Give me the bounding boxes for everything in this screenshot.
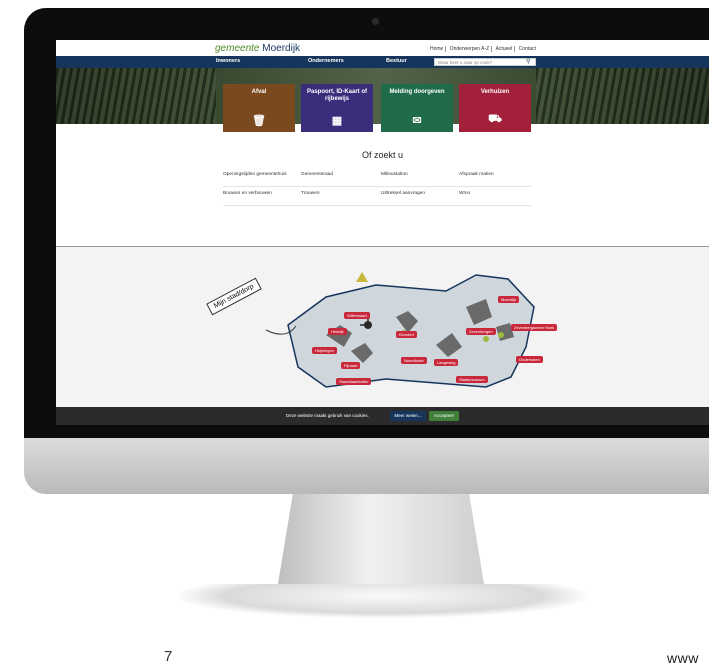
tile-label: Verhuizen (480, 89, 510, 95)
page-number: 7 (164, 648, 173, 665)
town-pin[interactable]: Zevenbergschen Hoek (511, 324, 558, 331)
nav-ondernemers[interactable]: Ondernemers (308, 58, 344, 64)
nav-bestuur[interactable]: Bestuur (386, 58, 407, 64)
quick-link[interactable]: Uittreksel aanvragen (381, 191, 425, 196)
map-section (56, 247, 709, 407)
tile-label: Afval (251, 89, 267, 95)
util-link-news[interactable]: Actueel (493, 46, 516, 52)
util-link-home[interactable]: Home (428, 46, 447, 52)
cookie-bar (56, 407, 709, 425)
town-pin[interactable]: Standdaarbuiten (336, 378, 372, 385)
tile-label: Paspoort, ID-Kaart of rijbewijs (306, 89, 367, 102)
tile-melding[interactable]: Melding doorgeven ✉ (381, 84, 453, 132)
search-icon[interactable]: ⚲ (526, 58, 530, 65)
website-screen: gemeente Moerdijk Home Onderwerpen A-Z A… (56, 40, 709, 425)
town-pin[interactable]: Oudemolen (516, 356, 543, 363)
cookie-accept-button[interactable]: Accepteer (429, 411, 459, 421)
utility-nav: Home Onderwerpen A-Z Actueel Contact (428, 46, 538, 52)
quick-link[interactable]: Trouwen (301, 191, 320, 196)
town-map[interactable] (56, 247, 709, 407)
search-input[interactable]: Waar bent u naar op zoek? (434, 58, 536, 66)
site-logo[interactable]: gemeente Moerdijk (215, 43, 300, 54)
town-pin[interactable]: Noordhoek (401, 357, 427, 364)
link-divider (223, 205, 531, 206)
cookie-text: Deze website maakt gebruik van cookies. (286, 413, 369, 418)
cookie-more-button[interactable]: Meer weten... (390, 411, 426, 421)
monitor-foot (178, 584, 588, 618)
town-pin[interactable]: Langeweg (434, 359, 459, 366)
quick-link[interactable]: Openingstijden gemeentehuis (223, 172, 286, 177)
quick-link[interactable]: Milieustation (381, 172, 408, 177)
quick-link[interactable]: Afspraak maken (459, 172, 494, 177)
quick-link[interactable]: Gemeenteraad (301, 172, 333, 177)
quick-link[interactable]: Bouwen en verbouwen (223, 191, 272, 196)
town-pin[interactable]: Stadsmuseum (456, 376, 488, 383)
quick-link[interactable]: Wmo (459, 191, 470, 196)
truck-icon: ⛟ (488, 113, 502, 125)
tile-afval[interactable]: Afval 🗑 (223, 84, 295, 132)
util-link-contact[interactable]: Contact (517, 46, 538, 52)
link-divider (223, 186, 531, 187)
tile-label: Melding doorgeven (389, 89, 445, 95)
trash-icon: 🗑 (252, 115, 266, 127)
tile-verhuizen[interactable]: Verhuizen ⛟ (459, 84, 531, 132)
camera-icon (372, 18, 379, 25)
monitor-chin (24, 438, 709, 494)
message-icon: ✉ (412, 115, 422, 127)
section-title: Of zoekt u (361, 150, 404, 160)
nav-inwoners[interactable]: Inwoners (216, 58, 240, 64)
id-card-icon: ▦ (331, 115, 343, 127)
town-pin[interactable]: Zevenbergen (466, 328, 496, 335)
tile-paspoort[interactable]: Paspoort, ID-Kaart of rijbewijs ▦ (301, 84, 373, 132)
footer-url: www (667, 650, 699, 666)
util-link-topics[interactable]: Onderwerpen A-Z (447, 46, 493, 52)
monitor-stand (276, 494, 486, 596)
town-pin[interactable]: Helwijk (328, 328, 347, 335)
main-navbar (56, 56, 709, 68)
town-pin[interactable]: Klundert (396, 331, 417, 338)
logo-name: Moerdijk (262, 43, 301, 54)
town-pin[interactable]: Moerdijk (498, 296, 520, 303)
town-pin[interactable]: Fijnaart (341, 362, 361, 369)
town-pin[interactable]: Willemstad (344, 312, 370, 319)
town-pin[interactable]: Heijningen (312, 347, 337, 354)
logo-prefix: gemeente (215, 43, 260, 54)
